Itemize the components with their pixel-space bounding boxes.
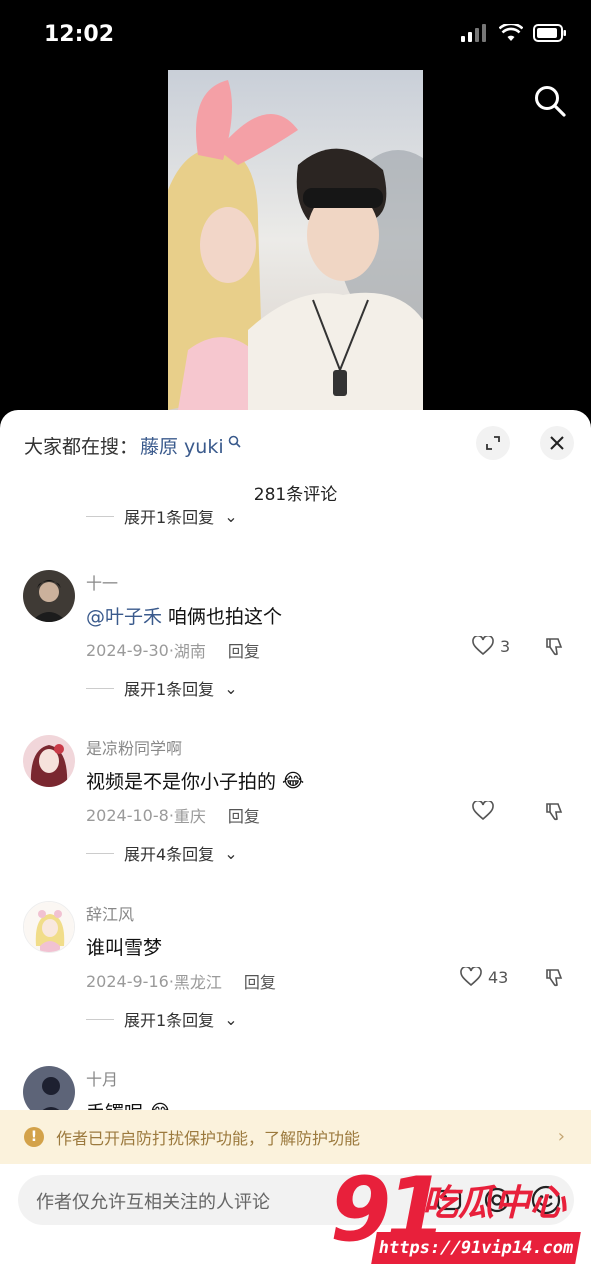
comment-username[interactable]: 十月 — [86, 1066, 118, 1090]
reply-button[interactable]: 回复 — [228, 803, 260, 827]
search-icon[interactable] — [533, 84, 567, 118]
notice-text: 作者已开启防打扰保护功能，了解防护功能 — [56, 1129, 361, 1148]
comment-list[interactable]: 展开1条回复 ⌄ 十一 @叶子禾 咱俩也拍这个 2024-9-30 · 湖南 回… — [0, 510, 591, 1110]
avatar[interactable] — [23, 735, 75, 787]
avatar[interactable] — [23, 570, 75, 622]
expand-sheet-button[interactable] — [476, 426, 510, 460]
comment-input-placeholder: 作者仅允许互相关注的人评论 — [36, 1192, 270, 1213]
watermark-url: https://91vip14.com — [371, 1232, 581, 1264]
avatar[interactable] — [23, 1066, 75, 1110]
comment-item: 十一 @叶子禾 咱俩也拍这个 2024-9-30 · 湖南 回复 3 展开1条回… — [0, 570, 591, 720]
comment-meta: 2024-9-30 · 湖南 回复 — [86, 638, 260, 662]
expand-replies-label: 展开1条回复 — [124, 1011, 215, 1030]
heart-icon — [472, 801, 494, 821]
dislike-icon[interactable] — [544, 801, 566, 823]
comment-date: 2024-9-16 — [86, 971, 169, 991]
expand-replies-label: 展开4条回复 — [124, 845, 215, 864]
chevron-down-icon: ⌄ — [224, 1009, 238, 1029]
close-sheet-button[interactable] — [540, 426, 574, 460]
comment-text: 视频是不是你小子拍的 😂 — [86, 767, 304, 794]
wifi-icon — [499, 24, 523, 41]
signal-icon — [461, 24, 486, 42]
comment-username[interactable]: 十一 — [86, 570, 118, 594]
like-button[interactable]: 43 — [460, 967, 508, 987]
chevron-down-icon: ⌄ — [224, 510, 238, 526]
comment-item: 是凉粉同学啊 视频是不是你小子拍的 😂 2024-10-8 · 重庆 回复 展开… — [0, 735, 591, 885]
comment-location: 黑龙江 — [173, 973, 222, 992]
comment-date: 2024-9-30 — [86, 640, 169, 660]
comment-text: @叶子禾 咱俩也拍这个 — [86, 602, 282, 629]
status-icons — [461, 24, 567, 42]
heart-icon — [460, 967, 482, 987]
hot-search-link[interactable]: 大家都在搜： 藤原 yuki — [24, 432, 241, 459]
comment-meta: 2024-9-16 · 黑龙江 回复 — [86, 969, 276, 993]
warning-icon: ! — [24, 1127, 44, 1147]
mention-link[interactable]: @叶子禾 — [86, 602, 162, 629]
comment-count: 281条评论 — [253, 485, 338, 505]
comment-text: 谁叫雪梦 — [86, 933, 162, 960]
like-button[interactable] — [472, 801, 494, 821]
status-bar: 12:02 — [0, 0, 591, 70]
expand-replies[interactable]: 展开1条回复 ⌄ — [86, 1007, 238, 1031]
laugh-cry-emoji: 😂 — [282, 769, 305, 792]
hot-search-keyword[interactable]: 藤原 yuki — [140, 432, 224, 459]
comment-username[interactable]: 是凉粉同学啊 — [86, 735, 182, 759]
expand-replies-label: 展开1条回复 — [124, 680, 215, 699]
like-count: 3 — [500, 636, 511, 656]
watermark-logo: 91 吃瓜中心 https://91vip14.com — [330, 1158, 582, 1272]
comments-sheet: 大家都在搜： 藤原 yuki 281条评论 展开1条回复 ⌄ 十一 @叶子禾 咱… — [0, 410, 591, 1280]
comment-item: 十月 手镯呢 😂 — [0, 1066, 591, 1110]
hot-search-prefix: 大家都在搜： — [24, 436, 139, 458]
comment-meta: 2024-10-8 · 重庆 回复 — [86, 803, 260, 827]
expand-replies[interactable]: 展开4条回复 ⌄ — [86, 841, 238, 865]
comment-text: 手镯呢 😂 — [86, 1098, 171, 1111]
chevron-right-icon: › — [557, 1126, 565, 1147]
comment-body: 谁叫雪梦 — [86, 937, 163, 959]
comment-body: 视频是不是你小子拍的 — [86, 771, 277, 793]
like-count: 43 — [488, 967, 509, 987]
comment-item: 辞江风 谁叫雪梦 2024-9-16 · 黑龙江 回复 43 展开1条回复 ⌄ — [0, 901, 591, 1051]
laugh-cry-emoji: 😂 — [149, 1101, 171, 1111]
comment-username[interactable]: 辞江风 — [86, 901, 134, 925]
chevron-down-icon: ⌄ — [224, 678, 238, 698]
sheet-header: 大家都在搜： 藤原 yuki — [0, 410, 591, 478]
video-image — [168, 70, 423, 410]
expand-replies-partial[interactable]: 展开1条回复 ⌄ — [86, 510, 238, 526]
heart-icon — [472, 636, 494, 656]
protection-notice[interactable]: ! 作者已开启防打扰保护功能，了解防护功能 › — [0, 1110, 591, 1164]
watermark-title: 吃瓜中心 — [422, 1183, 567, 1224]
comment-location: 湖南 — [173, 642, 206, 661]
video-area[interactable] — [0, 70, 591, 410]
avatar[interactable] — [23, 901, 75, 953]
status-time: 12:02 — [44, 22, 115, 47]
expand-icon — [486, 436, 500, 450]
reply-button[interactable]: 回复 — [228, 638, 260, 662]
small-search-icon — [228, 435, 241, 448]
dislike-icon[interactable] — [544, 967, 566, 989]
dislike-icon[interactable] — [544, 636, 566, 658]
chevron-down-icon: ⌄ — [224, 843, 238, 863]
close-icon — [550, 436, 564, 450]
expand-replies-label: 展开1条回复 — [124, 510, 215, 526]
battery-icon — [533, 24, 566, 42]
video-thumbnail[interactable] — [168, 70, 423, 410]
comment-date: 2024-10-8 — [86, 805, 169, 825]
like-button[interactable]: 3 — [472, 636, 510, 656]
comment-body: 手镯呢 — [86, 1098, 143, 1110]
reply-button[interactable]: 回复 — [244, 969, 276, 993]
comment-body: 咱俩也拍这个 — [168, 606, 283, 628]
expand-replies[interactable]: 展开1条回复 ⌄ — [86, 676, 238, 700]
comment-location: 重庆 — [173, 807, 206, 826]
